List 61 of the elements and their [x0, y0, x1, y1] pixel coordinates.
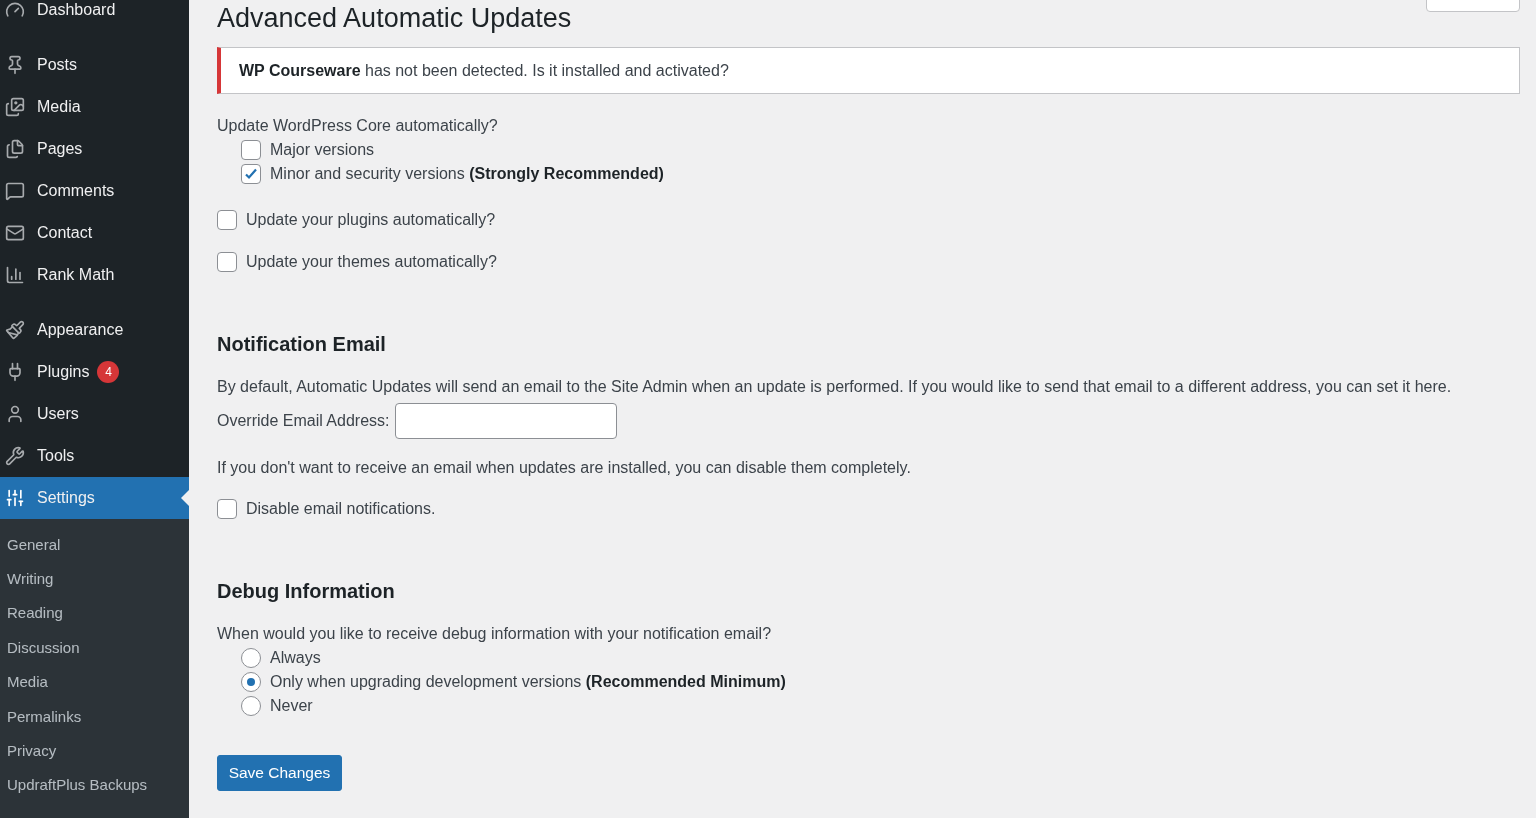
menu-item[interactable]: Pages	[0, 128, 189, 170]
section-heading: Notification Email	[217, 332, 387, 357]
menu-item[interactable]: Users	[0, 393, 189, 435]
menu-item[interactable]: Media	[0, 86, 189, 128]
update-count-badge: 4	[97, 361, 120, 383]
radio-label: Always	[270, 648, 321, 668]
email-input[interactable]	[394, 403, 617, 439]
question-label: Update WordPress Core automatically?	[217, 116, 499, 136]
checkbox-label: Minor and security versions (Strongly Recommended)	[270, 164, 664, 184]
section-description: By default, Automatic Updates will send an email to the Site Admin when an update is performed. If you would like to send that email to a different address, you can set it here.	[217, 377, 1453, 397]
menu-item[interactable]: Plugins 4	[0, 351, 189, 393]
checkbox-label: Update your plugins automatically?	[246, 210, 496, 230]
submenu-item[interactable]: Reading	[0, 595, 189, 631]
menu-item[interactable]: Settings	[0, 477, 189, 519]
menu-item[interactable]: Appearance	[0, 309, 189, 351]
checkbox-label: Update your themes automatically?	[246, 252, 497, 272]
dashboard-icon	[5, 0, 25, 20]
user-icon	[5, 404, 25, 424]
question-label: When would you like to receive debug information with your notification email?	[217, 624, 773, 644]
chart-icon	[5, 265, 25, 285]
speech-bubble-icon	[5, 181, 25, 201]
radio-label: Only when upgrading development versions (Recommended Minimum)	[270, 672, 786, 692]
menu-item[interactable]: Posts	[0, 44, 189, 86]
radio-button[interactable]	[241, 696, 261, 716]
radio-button[interactable]	[241, 648, 261, 668]
checkbox[interactable]	[217, 210, 237, 230]
page-title: Advanced Automatic Updates	[217, 2, 572, 35]
submenu-item[interactable]: General	[0, 527, 189, 562]
submenu-item[interactable]: Discussion	[0, 630, 189, 665]
section-heading: Debug Information	[217, 579, 396, 604]
checkbox[interactable]	[241, 140, 261, 160]
checkbox-label: Major versions	[270, 140, 375, 160]
submenu-item[interactable]: Privacy	[0, 733, 189, 768]
menu-item[interactable]: Rank Math	[0, 254, 189, 296]
checkbox[interactable]	[217, 499, 237, 519]
menu-item[interactable]: Dashboard	[0, 0, 189, 31]
radio-label: Never	[270, 696, 313, 716]
save-button[interactable]: Save Changes	[217, 755, 342, 791]
field-label: Override Email Address:	[217, 412, 390, 430]
menu-item[interactable]: Contact	[0, 212, 189, 254]
section-description: If you don't want to receive an email when updates are installed, you can disable them completely.	[217, 458, 912, 478]
wrench-icon	[5, 446, 25, 466]
submenu-item[interactable]: Writing	[0, 561, 189, 596]
submenu-item[interactable]: Media	[0, 664, 189, 699]
submenu-item[interactable]: UpdraftPlus Backups	[0, 767, 189, 803]
pages-icon	[5, 139, 25, 159]
pin-icon	[5, 55, 25, 75]
mail-icon	[5, 223, 25, 243]
checkbox[interactable]	[241, 164, 261, 184]
submenu-item[interactable]: Permalinks	[0, 698, 189, 734]
checkbox-label: Disable email notifications.	[246, 499, 436, 519]
notice-text: WP Courseware has not been detected. Is it installed and activated?	[239, 61, 729, 80]
sliders-icon	[5, 488, 25, 508]
menu-item[interactable]: Comments	[0, 170, 189, 212]
paintbrush-icon	[5, 320, 25, 340]
radio-button[interactable]	[241, 672, 261, 692]
help-tab[interactable]	[1426, 0, 1520, 12]
checkbox[interactable]	[217, 252, 237, 272]
menu-item[interactable]: Tools	[0, 435, 189, 477]
images-icon	[5, 97, 25, 117]
checkmark-icon	[244, 167, 258, 181]
